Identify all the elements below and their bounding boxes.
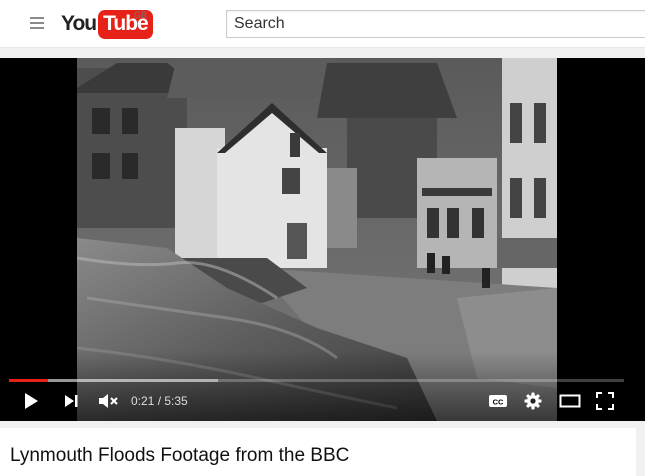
masthead: You Tube GB (0, 0, 645, 48)
next-icon (65, 395, 78, 407)
next-button[interactable] (60, 390, 82, 412)
time-display: 0:21 / 5:35 (131, 394, 188, 408)
play-button[interactable] (20, 390, 42, 412)
country-code: GB (134, 10, 148, 20)
progress-played (9, 379, 48, 382)
fullscreen-icon (596, 392, 614, 410)
settings-button[interactable] (522, 390, 544, 412)
gear-icon (524, 392, 542, 410)
fullscreen-button[interactable] (594, 390, 616, 412)
captions-icon: CC (489, 395, 507, 407)
video-title: Lynmouth Floods Footage from the BBC (10, 445, 350, 466)
theater-mode-icon (559, 394, 581, 408)
search-input[interactable] (227, 11, 645, 37)
volume-muted-icon (99, 394, 118, 408)
video-info-card: Lynmouth Floods Footage from the BBC (0, 428, 636, 476)
captions-button[interactable]: CC (487, 390, 509, 412)
hamburger-menu-icon[interactable] (30, 17, 46, 31)
progress-bar[interactable] (9, 379, 624, 382)
logo-you-text: You (61, 12, 97, 35)
volume-button[interactable] (96, 390, 120, 412)
theater-mode-button[interactable] (557, 390, 583, 412)
search-box[interactable] (226, 10, 645, 38)
svg-text:CC: CC (493, 398, 504, 407)
video-player[interactable]: 0:21 / 5:35 CC (0, 58, 645, 421)
play-icon (25, 393, 38, 409)
